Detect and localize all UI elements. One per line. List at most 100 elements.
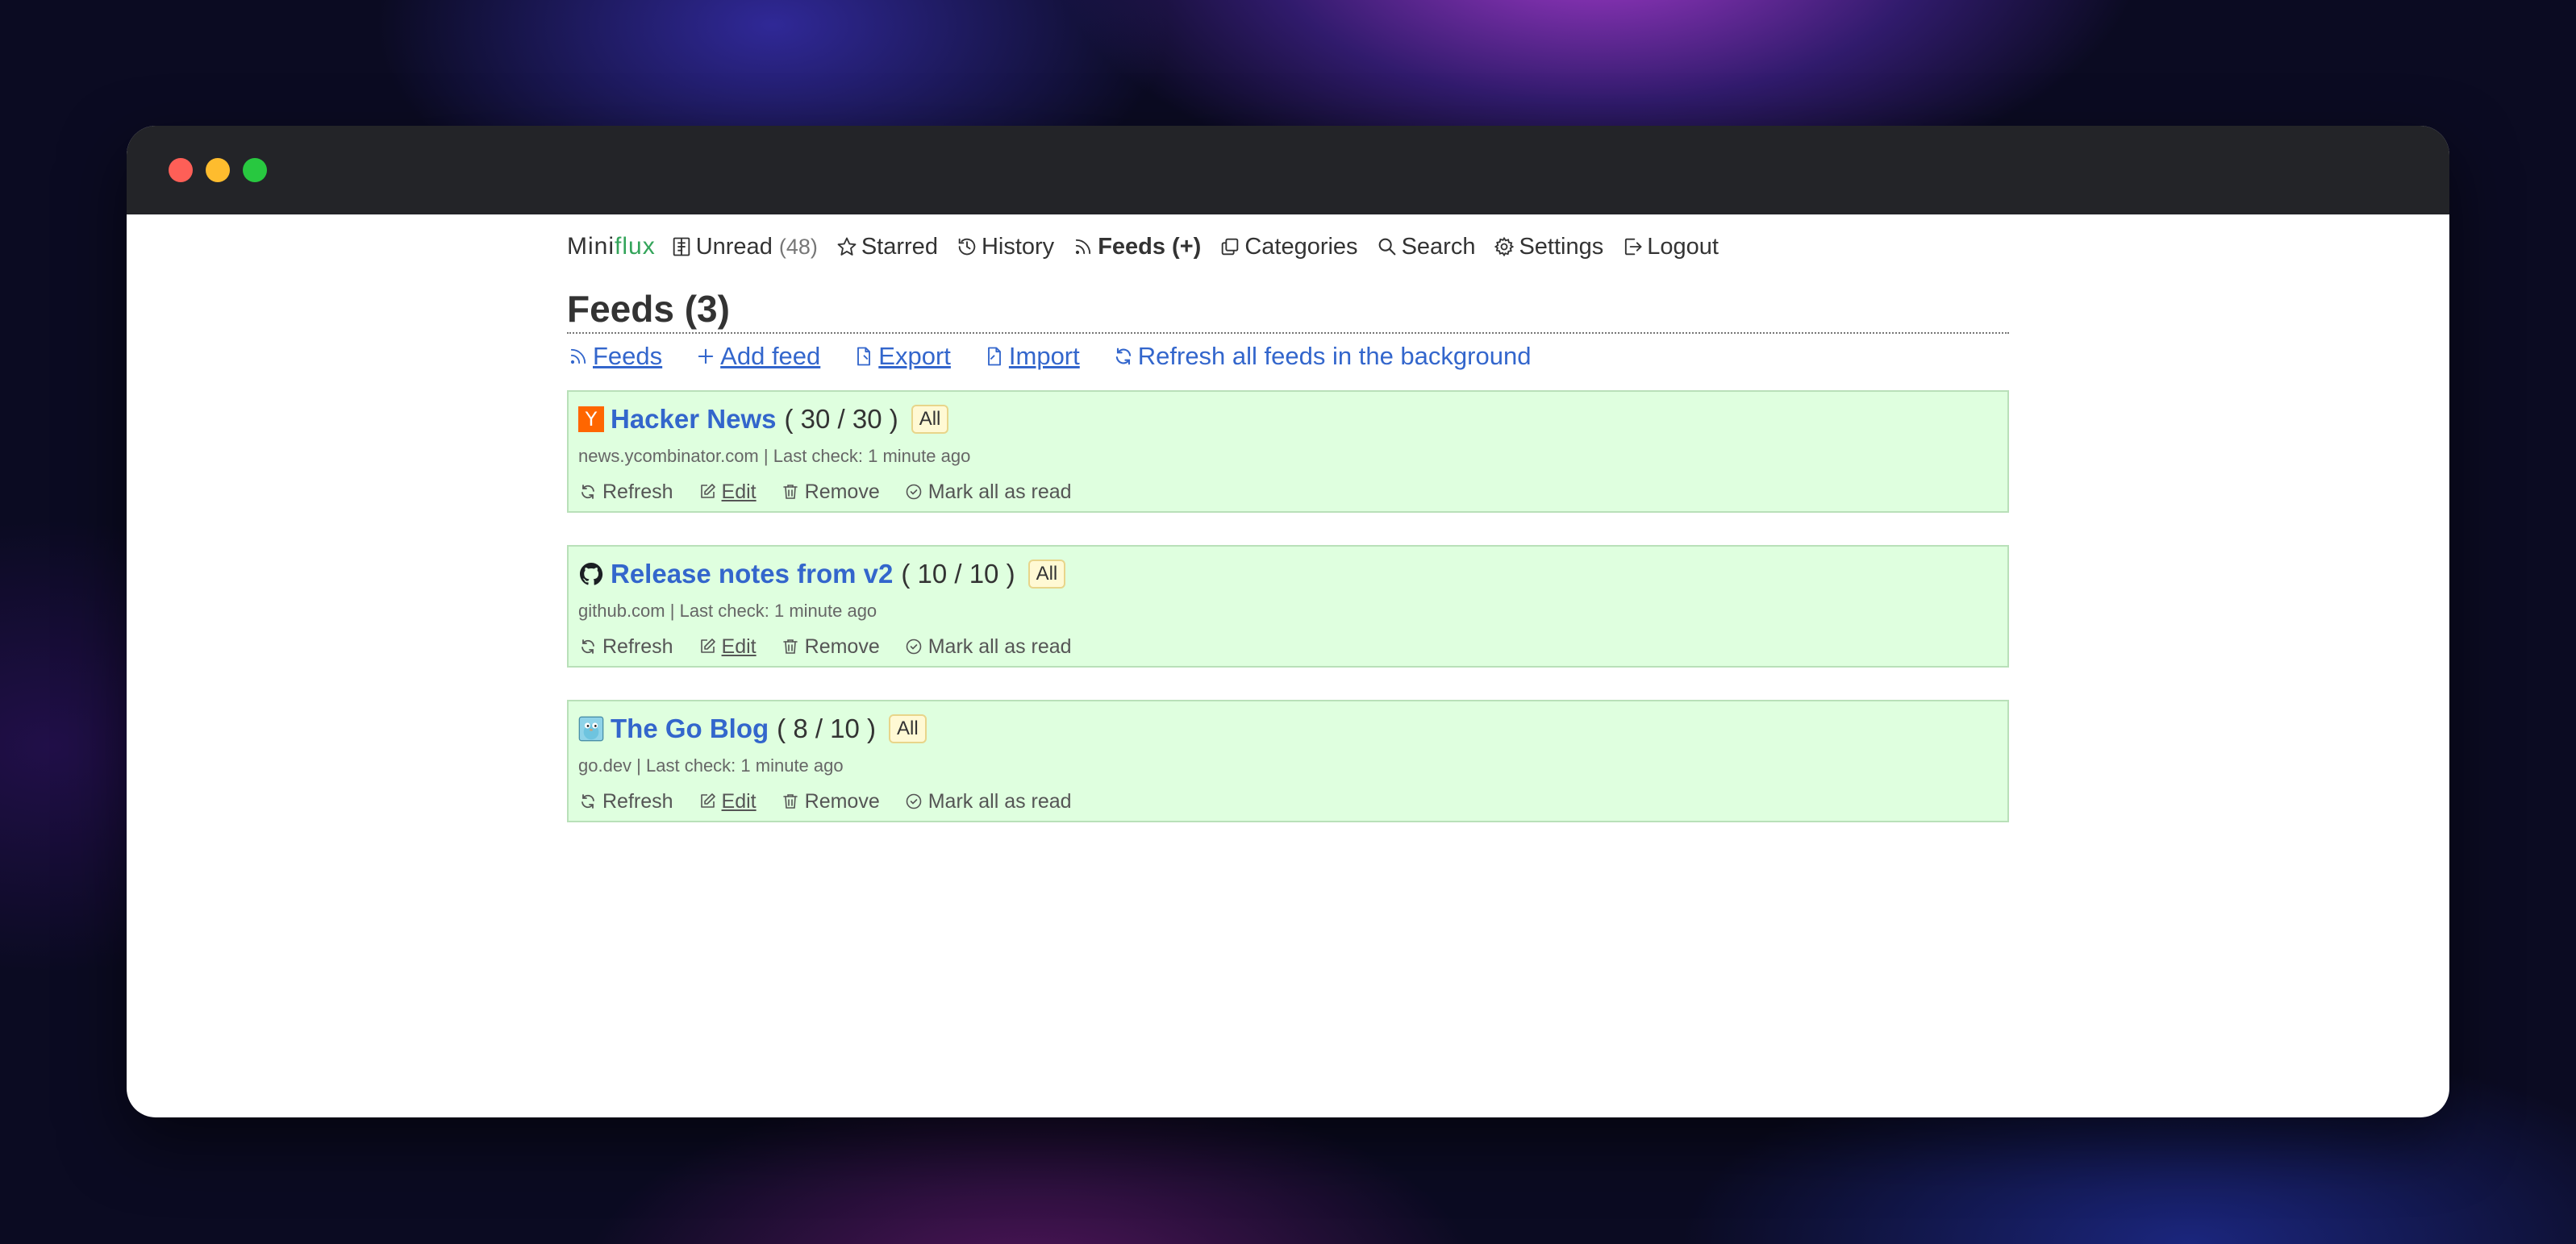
page-content: Miniflux Unread (48) Starred History Fee… — [567, 214, 2009, 855]
window-titlebar — [127, 126, 2449, 214]
feed-mark-all-read-label: Mark all as read — [927, 634, 1072, 658]
nav-settings[interactable]: Settings — [1493, 234, 1603, 260]
feed-remove-label: Remove — [804, 634, 880, 658]
nav-starred-label: Starred — [861, 233, 938, 260]
maximize-window-button[interactable] — [243, 158, 267, 182]
feed-refresh-button[interactable]: Refresh — [578, 635, 673, 659]
rss-icon — [570, 348, 586, 364]
rss-icon — [1076, 239, 1091, 255]
file-import-icon — [987, 347, 1001, 366]
subnav-export-label: Export — [878, 342, 951, 370]
nav-unread[interactable]: Unread (48) — [670, 234, 818, 260]
feed-remove-label: Remove — [804, 480, 880, 503]
subnav-feeds-label: Feeds — [593, 342, 663, 370]
feed-category-badge[interactable]: All — [889, 714, 927, 743]
feed-refresh-label: Refresh — [602, 789, 673, 813]
feed-site[interactable]: news.ycombinator.com — [578, 446, 759, 466]
subnav-import[interactable]: Import — [983, 342, 1080, 371]
feed-refresh-button[interactable]: Refresh — [578, 790, 673, 813]
edit-icon — [700, 484, 715, 498]
gear-icon — [1494, 236, 1515, 257]
feed-category-badge[interactable]: All — [911, 405, 949, 434]
feed-mark-all-read-label: Mark all as read — [927, 480, 1072, 503]
history-icon — [958, 238, 976, 256]
categories-icon — [1222, 238, 1239, 256]
feed-item: Y Hacker News ( 30 / 30 ) All news.ycomb… — [567, 390, 2009, 513]
feed-item: Release notes from v2 ( 10 / 10 ) All gi… — [567, 545, 2009, 668]
nav-logout[interactable]: Logout — [1621, 234, 1719, 260]
page-header: Feeds (3) Feeds Add feed Export Import R… — [567, 285, 2009, 379]
nav-history-label: History — [981, 233, 1055, 260]
feed-unread-counts: ( 10 / 10 ) — [901, 559, 1015, 589]
feed-edit-label: Edit — [721, 789, 757, 813]
feed-last-check: Last check: 1 minute ago — [679, 601, 877, 621]
logout-icon — [1625, 238, 1642, 256]
feed-site[interactable]: github.com — [578, 601, 665, 621]
check-circle-icon — [906, 793, 922, 809]
nav-unread-count: (48) — [778, 234, 818, 259]
subnav-refresh-all-label: Refresh all feeds in the background — [1137, 342, 1532, 370]
feed-last-check: Last check: 1 minute ago — [646, 755, 844, 776]
feed-unread-counts: ( 8 / 10 ) — [777, 714, 877, 743]
plus-icon — [698, 348, 714, 364]
nav-starred[interactable]: Starred — [836, 234, 938, 260]
logo-prefix: Mini — [567, 233, 615, 260]
feed-edit-link[interactable]: Edit — [698, 635, 757, 659]
feed-actions: Refresh Edit Remove Mark all as read — [578, 629, 1998, 664]
feed-mark-all-read-button[interactable]: Mark all as read — [904, 790, 1072, 813]
subnav-add-feed-label: Add feed — [720, 342, 821, 370]
feed-edit-link[interactable]: Edit — [698, 790, 757, 813]
feed-remove-button[interactable]: Remove — [781, 481, 880, 504]
page-title: Feeds (3) — [567, 285, 2009, 334]
feed-mark-all-read-button[interactable]: Mark all as read — [904, 481, 1072, 504]
refresh-icon — [1115, 347, 1131, 365]
subnav-refresh-all[interactable]: Refresh all feeds in the background — [1112, 342, 1532, 371]
browser-window: Miniflux Unread (48) Starred History Fee… — [127, 126, 2449, 1117]
feed-title-link[interactable]: The Go Blog — [611, 714, 769, 744]
feed-title-row: The Go Blog ( 8 / 10 ) All — [578, 709, 1998, 748]
trash-icon — [782, 485, 798, 499]
feed-list: Y Hacker News ( 30 / 30 ) All news.ycomb… — [567, 390, 2009, 822]
subnav-feeds[interactable]: Feeds — [567, 342, 662, 371]
unread-icon — [673, 237, 690, 256]
file-export-icon — [857, 347, 871, 366]
nav-search[interactable]: Search — [1376, 233, 1476, 260]
minimize-window-button[interactable] — [206, 158, 230, 182]
feed-title-link[interactable]: Hacker News — [611, 404, 776, 435]
trash-icon — [782, 639, 798, 654]
star-icon — [837, 237, 857, 256]
subnav-export[interactable]: Export — [852, 342, 951, 371]
feed-remove-button[interactable]: Remove — [781, 635, 880, 659]
feed-unread-counts: ( 30 / 30 ) — [784, 404, 898, 434]
feed-edit-label: Edit — [721, 634, 757, 658]
close-window-button[interactable] — [169, 158, 193, 182]
github-icon — [578, 561, 604, 587]
feed-remove-button[interactable]: Remove — [781, 790, 880, 813]
subnav-import-label: Import — [1008, 342, 1080, 370]
nav-categories[interactable]: Categories — [1219, 233, 1358, 260]
miniflux-logo[interactable]: Miniflux — [567, 233, 656, 260]
nav-history[interactable]: History — [956, 234, 1054, 260]
feed-site[interactable]: go.dev — [578, 755, 631, 776]
nav-logout-label: Logout — [1647, 233, 1719, 260]
feed-actions: Refresh Edit Remove Mark all as read — [578, 784, 1998, 819]
feed-edit-link[interactable]: Edit — [698, 481, 757, 504]
subnav-add-feed[interactable]: Add feed — [694, 342, 820, 371]
nav-settings-label: Settings — [1519, 233, 1604, 260]
go-gopher-icon — [578, 716, 604, 742]
edit-icon — [700, 793, 715, 808]
nav-feeds[interactable]: Feeds (+) — [1072, 234, 1201, 260]
feed-refresh-button[interactable]: Refresh — [578, 481, 673, 504]
feed-category-badge[interactable]: All — [1027, 560, 1066, 589]
feed-refresh-label: Refresh — [602, 480, 673, 503]
feed-title-link[interactable]: Release notes from v2 — [611, 559, 893, 589]
nav-search-label: Search — [1401, 233, 1476, 260]
logo-accent: flux — [615, 233, 656, 260]
feed-meta: github.com | Last check: 1 minute ago — [578, 601, 877, 621]
nav-categories-label: Categories — [1244, 233, 1358, 260]
feed-mark-all-read-button[interactable]: Mark all as read — [904, 635, 1072, 659]
feed-mark-all-read-label: Mark all as read — [927, 789, 1072, 813]
search-icon — [1378, 238, 1395, 256]
feed-meta: news.ycombinator.com | Last check: 1 min… — [578, 446, 971, 466]
refresh-icon — [581, 794, 594, 809]
